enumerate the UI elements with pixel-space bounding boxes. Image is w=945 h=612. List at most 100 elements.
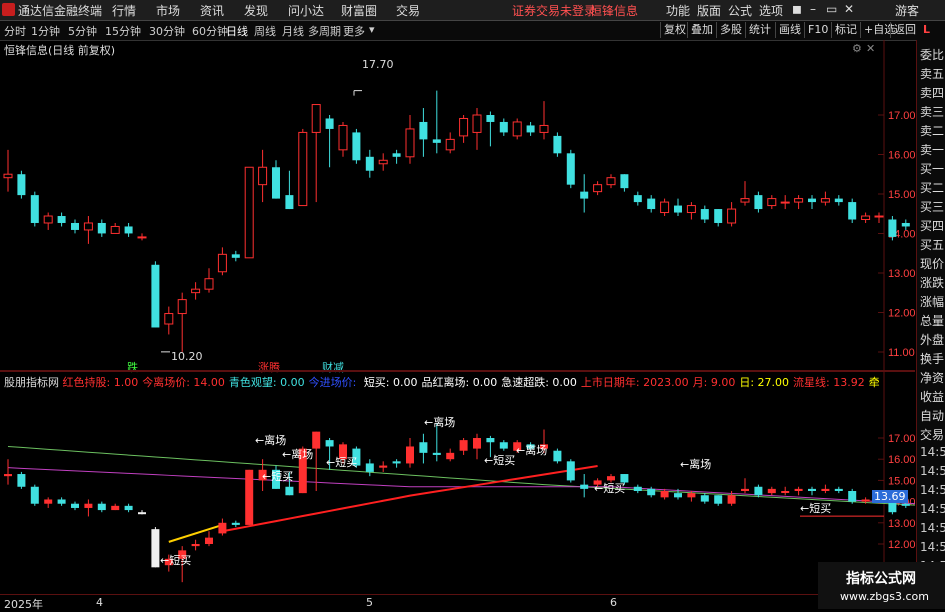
candle-body <box>674 205 682 213</box>
kline-svg: 17.0016.0015.0014.0013.0012.0011.00 <box>3 40 915 370</box>
menu-item-assistant[interactable]: 问小达 <box>288 2 324 19</box>
indicator-candle-body <box>834 488 843 491</box>
menu-item-layout[interactable]: 版面 <box>697 2 721 19</box>
period-tab-daily[interactable]: 日线 <box>226 23 248 39</box>
indicator-candle-body <box>17 474 26 487</box>
menu-item-quotes[interactable]: 行情 <box>112 2 136 19</box>
period-tab-30min[interactable]: 30分钟 <box>149 23 185 39</box>
indicator-candle-body <box>808 488 816 491</box>
period-tab-more[interactable]: 更多 <box>343 23 365 39</box>
side-panel-item: 委比 <box>920 48 945 62</box>
indicator-candle-body <box>674 493 682 498</box>
indicator-candle-body <box>245 469 254 525</box>
maximize-icon[interactable]: ▭ <box>826 2 837 16</box>
leave-signal-label: ←离场 <box>255 433 286 447</box>
period-tab-1min[interactable]: 1分钟 <box>31 23 60 39</box>
period-tab-timeshare[interactable]: 分时 <box>4 23 26 39</box>
indicator-candle-body <box>727 495 736 504</box>
watermark-url: www.zbgs3.com <box>840 590 929 603</box>
indicator-y-label: 17.00 <box>888 433 915 445</box>
candle-body <box>714 209 723 223</box>
menu-item-trade[interactable]: 交易 <box>396 2 420 19</box>
menu-item-news[interactable]: 资讯 <box>200 2 224 19</box>
candle-body <box>191 288 201 294</box>
candle-body <box>499 121 508 133</box>
candle-body <box>459 117 469 137</box>
short-buy-label: ←短买 <box>160 553 191 567</box>
side-panel-item: 14:56 <box>920 540 945 554</box>
candle-body <box>151 264 160 328</box>
side-panel-item: 14:56 <box>920 521 945 535</box>
draw-line-button[interactable]: 画线 <box>775 22 804 38</box>
leave-signal-label: ←离场 <box>282 447 313 461</box>
side-panel-item[interactable]: 自动 <box>920 407 944 424</box>
leave-signal-label: ←离场 <box>680 457 711 471</box>
mark-button[interactable]: 标记 <box>831 22 860 38</box>
kline-chart-panel[interactable]: 恒锋信息(日线 前复权) ⚙ ✕ 17.00 16.00 15.00 14.00 13.… <box>0 40 915 374</box>
indicator-candle-body <box>473 438 481 449</box>
y-tick-label: 13.00 <box>888 268 915 280</box>
yellow-buy-line <box>168 523 223 543</box>
menu-item-formula[interactable]: 公式 <box>728 2 752 19</box>
chevron-down-icon[interactable]: ▾ <box>369 23 375 36</box>
candle-body <box>445 138 455 151</box>
menu-item-wealth[interactable]: 财富圈 <box>341 2 377 19</box>
statistics-button[interactable]: 统计 <box>745 22 774 38</box>
candle-body <box>419 121 428 140</box>
candle-body <box>352 132 361 161</box>
multi-stock-button[interactable]: 多股 <box>716 22 745 38</box>
indicator-candle-body <box>821 488 830 491</box>
period-tab-15min[interactable]: 15分钟 <box>105 23 141 39</box>
user-icon[interactable]: ◼ <box>792 2 802 16</box>
side-panel-item: 卖四 <box>920 86 945 100</box>
axis-label-may: 5 <box>366 596 373 609</box>
indicator-name: 股朋指标网 <box>4 376 63 389</box>
indicator-candle-body <box>687 493 696 498</box>
indicator-y-label: 15.00 <box>888 475 915 487</box>
l-indicator[interactable]: L <box>923 23 930 36</box>
indicator-legend-item: 今进场价: <box>308 376 360 389</box>
menu-item-function[interactable]: 功能 <box>666 2 690 19</box>
candle-body <box>794 198 804 203</box>
indicator-panel[interactable]: 17.0016.0015.0014.0013.0012.00←离场←离场←离场←… <box>0 372 915 594</box>
minimize-icon[interactable]: – <box>810 2 816 16</box>
candle-body <box>566 153 575 185</box>
candle-body <box>285 195 294 210</box>
login-status[interactable]: 证券交易未登录 <box>512 2 596 19</box>
indicator-candle-body <box>901 503 910 506</box>
indicator-candle-body <box>888 501 897 513</box>
side-panel-item: 买三 <box>920 200 945 214</box>
stock-name: 恒锋信息 <box>590 4 639 18</box>
menu-item-market[interactable]: 市场 <box>156 2 180 19</box>
candle-body <box>43 215 53 224</box>
period-tab-monthly[interactable]: 月线 <box>282 23 304 39</box>
back-button[interactable]: 返回 <box>890 22 919 38</box>
f10-button[interactable]: F10 <box>804 22 831 38</box>
adjust-button[interactable]: 复权 <box>660 22 689 38</box>
close-icon[interactable]: ✕ <box>844 2 854 16</box>
period-tab-multi[interactable]: 多周期 <box>308 23 341 39</box>
candle-body <box>580 191 589 199</box>
menu-item-options[interactable]: 选项 <box>759 2 783 19</box>
indicator-legend: 股朋指标网 红色持股: 1.00 今离场价: 14.00 青色观望: 0.00 今进场… <box>4 374 879 390</box>
guest-login[interactable]: 游客 <box>895 2 919 19</box>
side-panel-item: 买四 <box>920 219 945 233</box>
indicator-candle-body <box>459 440 468 451</box>
indicator-candle-body <box>848 491 857 502</box>
side-panel-item[interactable]: 交易 <box>920 426 944 443</box>
indicator-legend-item: 红色持股: 1.00 <box>62 376 139 389</box>
short-buy-label: ←短买 <box>484 453 515 467</box>
period-tab-weekly[interactable]: 周线 <box>254 23 276 39</box>
watermark: 指标公式网 www.zbgs3.com <box>818 562 945 609</box>
period-tab-60min[interactable]: 60分钟 <box>192 23 228 39</box>
axis-label-april: 4 <box>96 596 103 609</box>
candle-body <box>888 219 897 237</box>
side-panel-item: 涨跌 <box>920 276 945 290</box>
app-logo-icon <box>2 3 15 16</box>
candle-body <box>834 198 843 203</box>
indicator-candle-body <box>419 442 428 453</box>
indicator-candle-body <box>392 461 401 464</box>
menu-item-discover[interactable]: 发现 <box>244 2 268 19</box>
overlay-button[interactable]: 叠加 <box>687 22 716 38</box>
period-tab-5min[interactable]: 5分钟 <box>68 23 97 39</box>
